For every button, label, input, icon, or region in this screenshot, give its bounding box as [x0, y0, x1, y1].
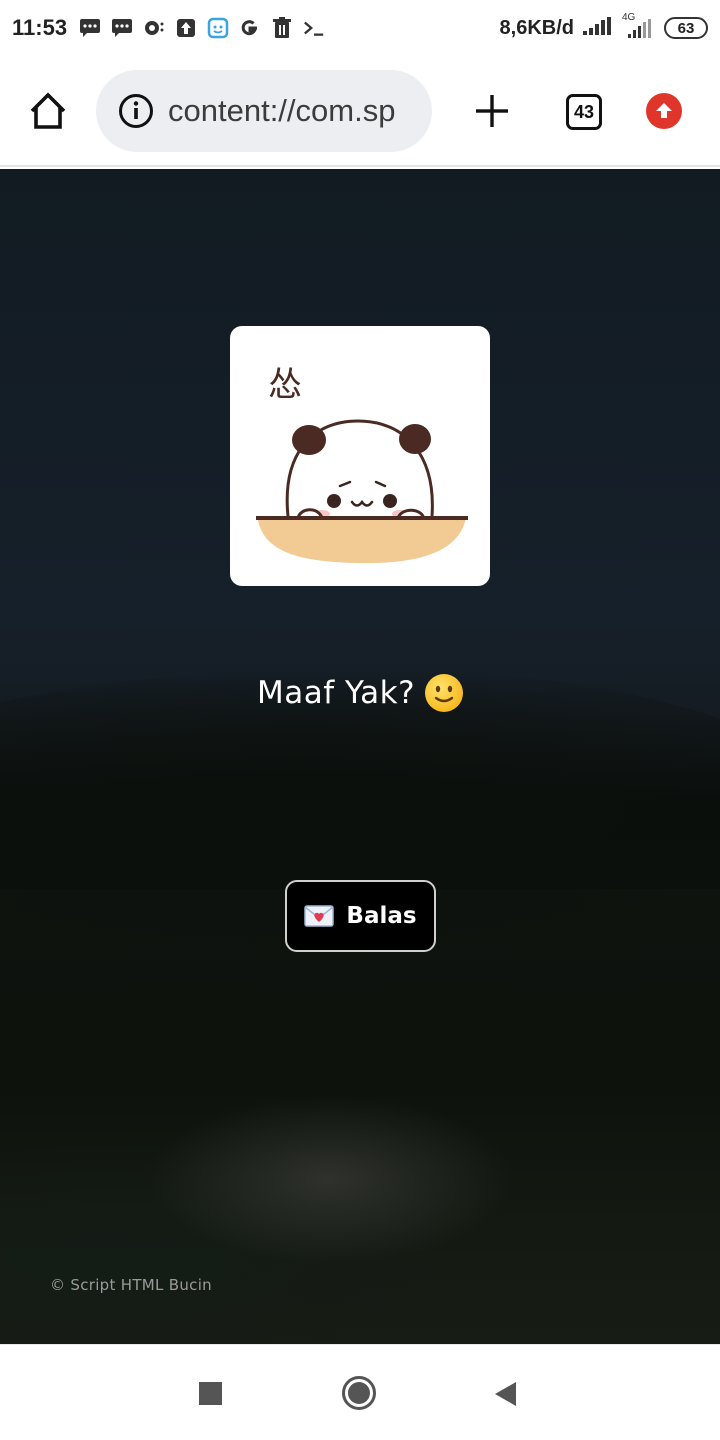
message-icon	[79, 17, 101, 39]
reply-button-label: Balas	[346, 903, 417, 929]
panda-sticker-icon: 怂	[256, 365, 468, 564]
net-speed: 8,6KB/d	[499, 16, 574, 39]
terminal-icon	[303, 17, 325, 39]
google-icon	[239, 17, 261, 39]
message-icon	[111, 17, 133, 39]
signal-4g-icon: 4G	[620, 12, 656, 40]
chat-bubble-icon	[143, 17, 165, 39]
url-text: content://com.sp	[168, 93, 396, 128]
address-bar[interactable]: content://com.sp	[96, 70, 432, 152]
recents-square-icon[interactable]	[199, 1382, 222, 1405]
battery-indicator: 63	[664, 17, 708, 39]
notification-icons	[79, 17, 325, 39]
trash-icon	[271, 17, 293, 39]
footer-credit: © Script HTML Bucin	[50, 1276, 212, 1294]
tab-switcher-button[interactable]: 43	[566, 94, 602, 130]
smiling-face-icon	[425, 674, 464, 712]
message-label: Maaf Yak?	[256, 675, 416, 711]
signal-icon	[582, 16, 612, 40]
web-page: 怂 Maaf Yak? Balas © Script HTML Bucin	[0, 169, 720, 1344]
sticker-image: 怂	[230, 326, 490, 586]
app-icon	[207, 17, 229, 39]
update-arrow-icon[interactable]	[646, 93, 682, 129]
status-right: 8,6KB/d 4G 63	[499, 12, 708, 40]
sticker-text: 怂	[268, 365, 302, 405]
browser-toolbar: content://com.sp 43	[0, 56, 720, 167]
plus-icon[interactable]	[472, 91, 512, 131]
upload-icon	[175, 17, 197, 39]
status-bar: 11:53 8,6KB/d 4G 63	[0, 0, 720, 56]
info-icon[interactable]	[118, 93, 154, 129]
home-circle-icon[interactable]	[342, 1376, 376, 1410]
home-icon[interactable]	[26, 89, 70, 133]
message-text: Maaf Yak?	[0, 674, 720, 712]
home-circle-inner	[348, 1382, 370, 1404]
back-triangle-icon[interactable]	[494, 1381, 518, 1407]
status-time: 11:53	[12, 15, 68, 40]
love-letter-icon	[304, 905, 335, 927]
navigation-bar	[0, 1344, 720, 1440]
reply-button[interactable]: Balas	[285, 880, 436, 952]
